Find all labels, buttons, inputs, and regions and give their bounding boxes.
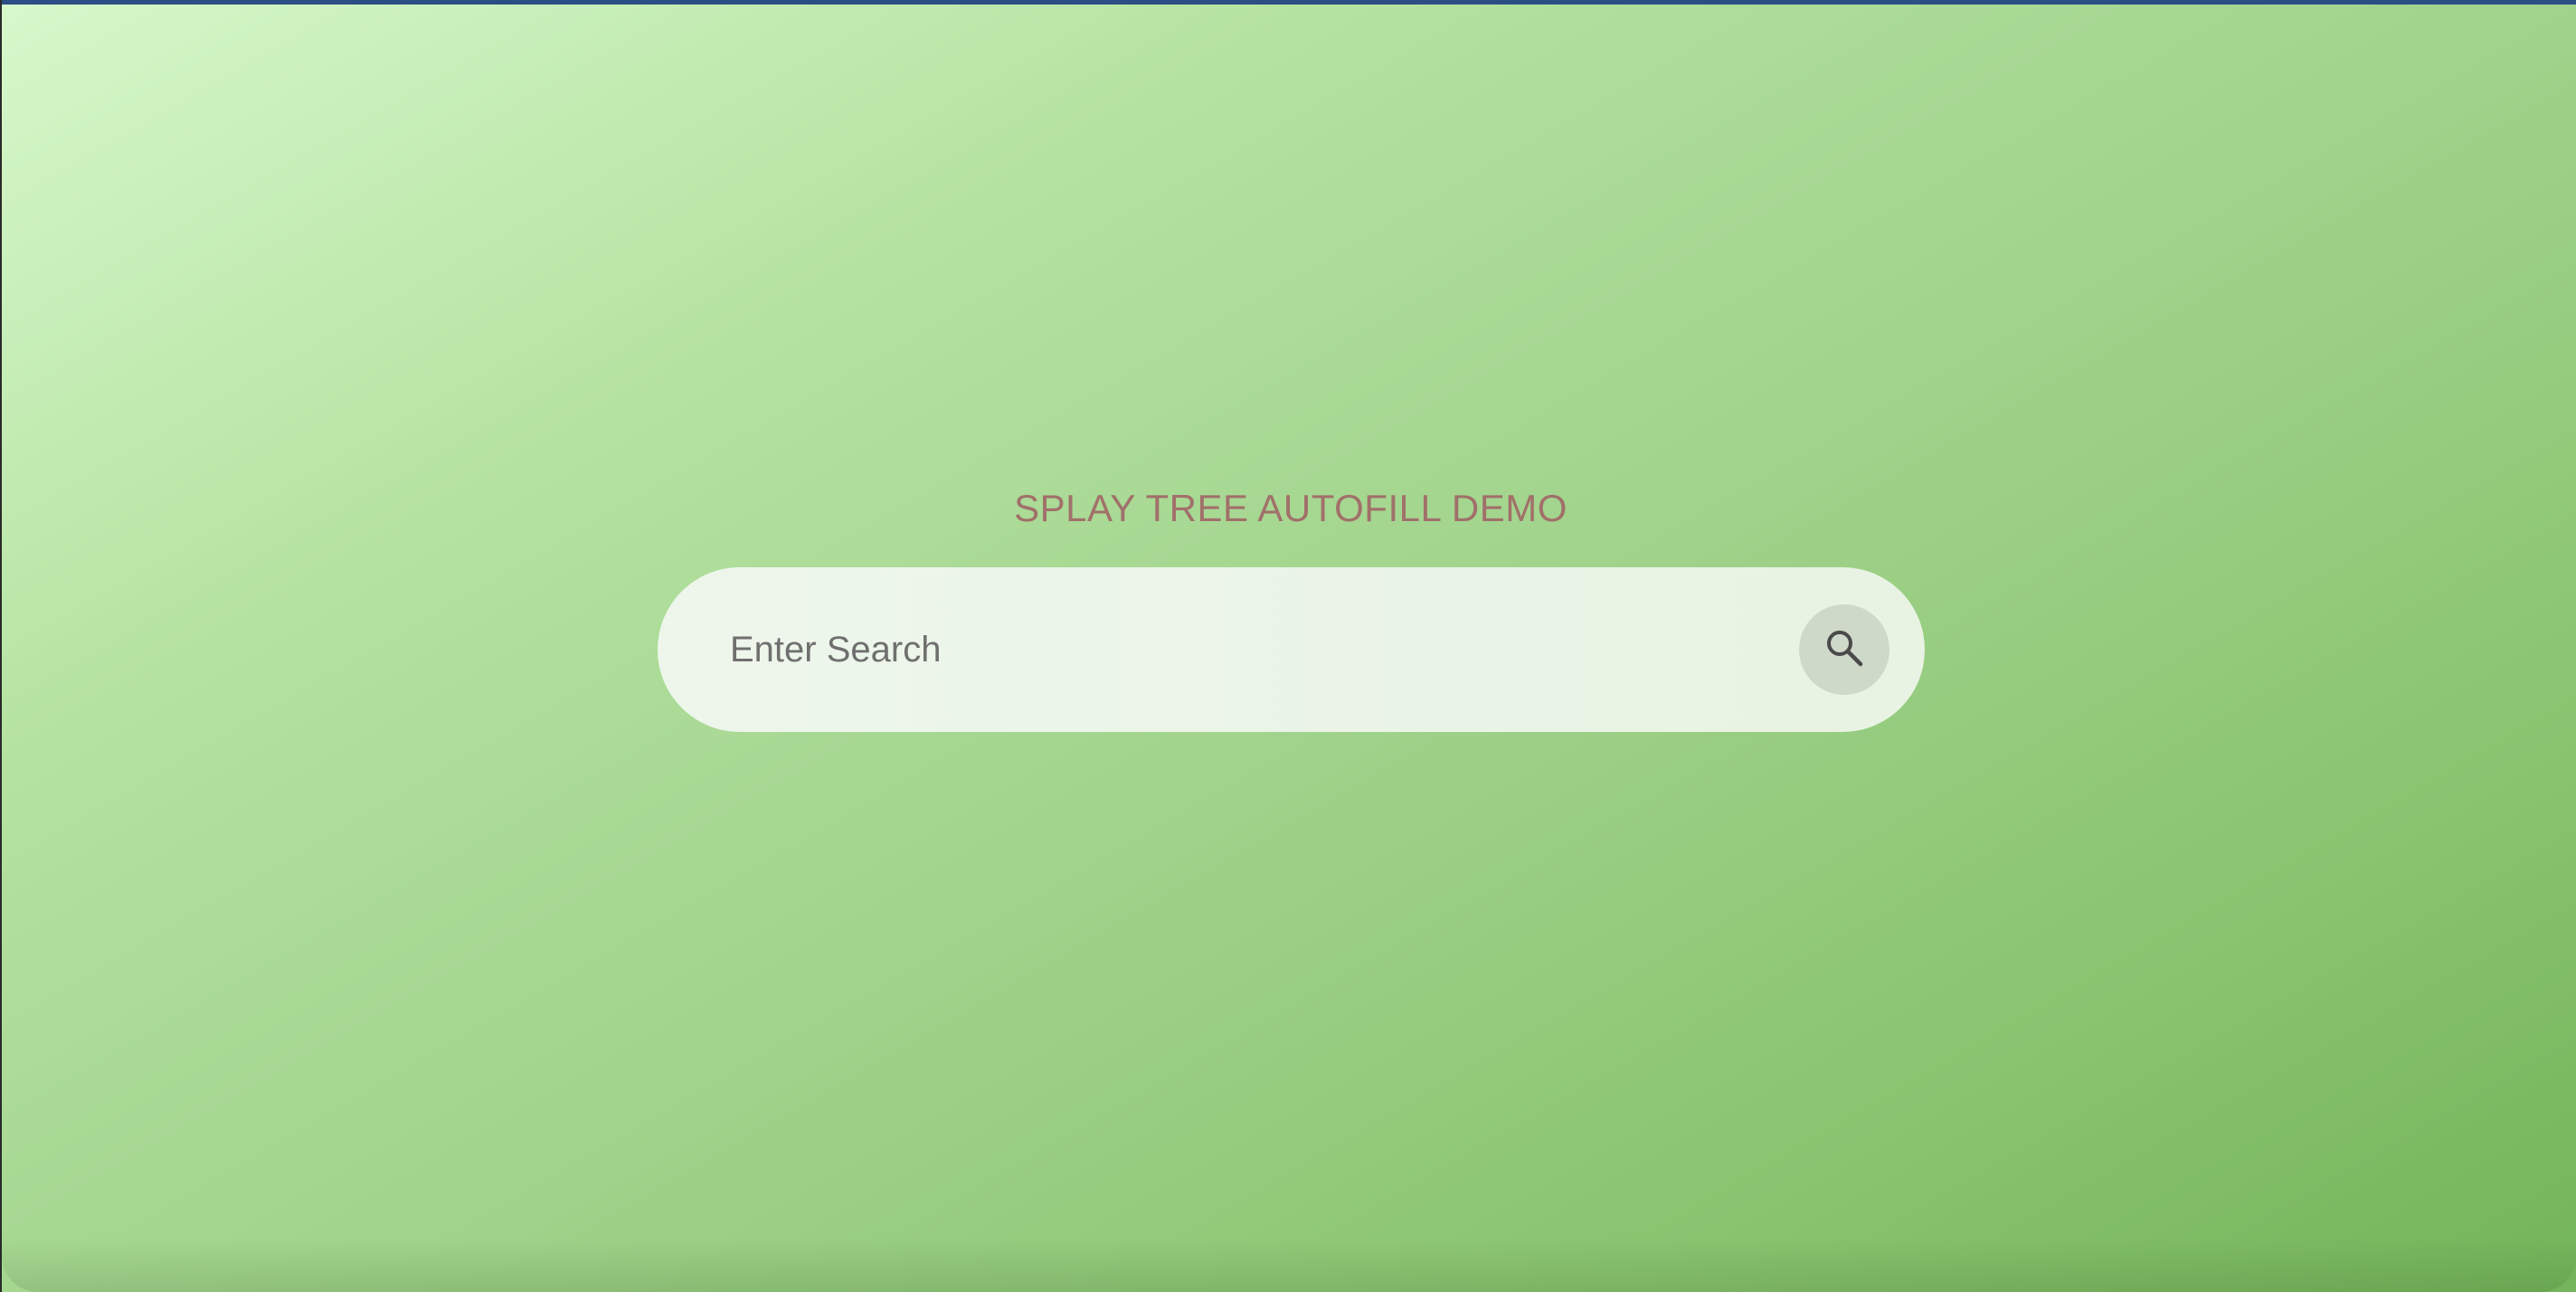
search-button[interactable] [1799, 604, 1889, 695]
search-bar [658, 567, 1925, 732]
search-input[interactable] [730, 609, 1770, 690]
search-icon [1821, 624, 1868, 676]
window-top-bar [2, 0, 2576, 5]
bottom-shade [2, 1238, 2576, 1292]
page-title: SPLAY TREE AUTOFILL DEMO [1014, 487, 1567, 529]
app-window: SPLAY TREE AUTOFILL DEMO [2, 0, 2576, 1292]
